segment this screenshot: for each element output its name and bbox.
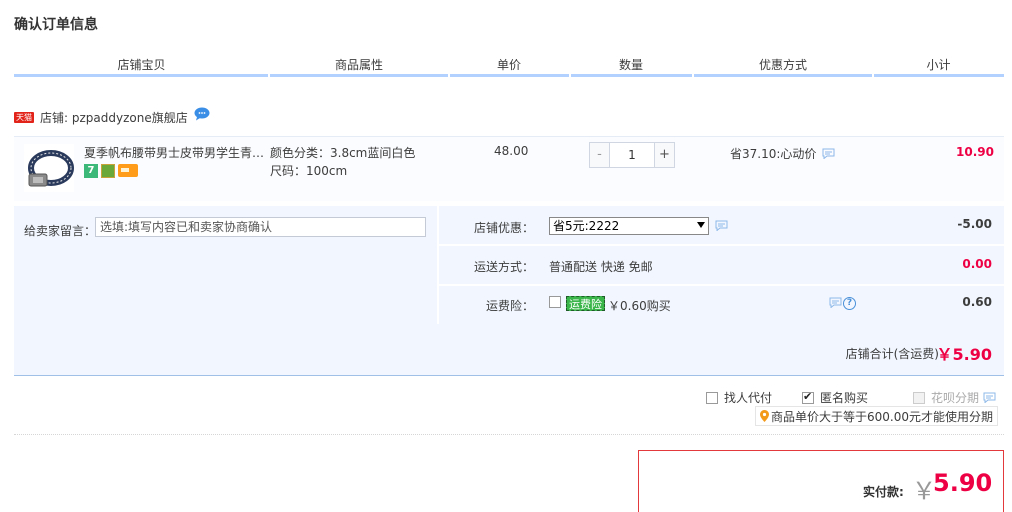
shop-total-row: 店铺合计(含运费) ￥5.90 xyxy=(14,324,1004,376)
proxy-pay-option[interactable]: 找人代付 xyxy=(706,389,772,406)
credit-card-icon[interactable] xyxy=(118,164,138,177)
insurance-icons: ? xyxy=(829,297,856,310)
product-thumbnail[interactable] xyxy=(24,144,74,192)
col-shop-item: 店铺宝贝 xyxy=(117,58,166,72)
message-panel: 给卖家留言： 选填:填写内容已和卖家协商确认 xyxy=(14,206,437,324)
shipping-amount: 0.00 xyxy=(962,257,992,271)
proxy-pay-checkbox[interactable] xyxy=(706,391,718,404)
chat-bubble-icon[interactable] xyxy=(194,107,210,121)
anonymous-option[interactable]: 匿名购买 xyxy=(802,389,868,406)
order-extra-panel: 给卖家留言： 选填:填写内容已和卖家协商确认 店铺优惠： 省5元:2222 -5… xyxy=(14,206,1004,324)
shipping-method: 普通配送 快递 免邮 xyxy=(549,260,653,274)
insurance-checkbox[interactable] xyxy=(549,296,561,308)
safeguard-icon[interactable] xyxy=(101,164,115,178)
col-attributes: 商品属性 xyxy=(334,58,383,72)
message-label: 给卖家留言： xyxy=(24,224,97,238)
message-icon[interactable] xyxy=(822,148,835,159)
attr-size: 尺码：100cm xyxy=(270,164,348,178)
insurance-badge: 运费险 xyxy=(566,296,605,311)
huabei-option: 花呗分期 xyxy=(913,389,996,406)
shop-discount-row: 店铺优惠： 省5元:2222 -5.00 xyxy=(439,206,1004,244)
question-icon[interactable]: ? xyxy=(843,297,856,310)
quantity-input[interactable]: 1 xyxy=(610,143,654,167)
shop-total-label: 店铺合计(含运费) xyxy=(845,347,939,361)
message-icon[interactable] xyxy=(829,297,842,308)
promo-info: 省37.10:心动价 xyxy=(730,145,835,162)
col-discount: 优惠方式 xyxy=(758,58,807,72)
location-pin-icon xyxy=(760,410,769,422)
message-icon[interactable] xyxy=(715,220,728,231)
insurance-amount: 0.60 xyxy=(962,295,992,309)
insurance-price: ￥0.60购买 xyxy=(608,299,671,313)
shop-name-link[interactable]: 店铺: pzpaddyzone旗舰店 xyxy=(40,109,188,126)
message-icon[interactable] xyxy=(983,392,996,403)
header-line xyxy=(14,74,1004,77)
unit-price: 48.00 xyxy=(494,144,529,158)
order-item-row: 夏季帆布腰带男士皮带男学生青… 7 颜色分类：3.8cm蓝间白色 尺码：100c… xyxy=(14,136,1004,201)
payment-label: 实付款: xyxy=(863,485,904,499)
shop-discount-select[interactable]: 省5元:2222 xyxy=(549,217,709,235)
service-badges: 7 xyxy=(84,164,138,178)
installment-tip-text: 商品单价大于等于600.00元才能使用分期 xyxy=(771,409,993,424)
col-subtotal: 小计 xyxy=(926,58,951,72)
anonymous-label: 匿名购买 xyxy=(820,391,869,405)
shop-discount-label: 店铺优惠： xyxy=(473,221,534,235)
col-unit-price: 单价 xyxy=(496,58,521,72)
shop-row: 天猫 店铺: pzpaddyzone旗舰店 xyxy=(14,107,210,126)
quantity-plus-button[interactable]: + xyxy=(654,143,674,167)
installment-tip: 商品单价大于等于600.00元才能使用分期 xyxy=(755,406,998,426)
promo-text: 省37.10:心动价 xyxy=(730,147,817,161)
discount-shipping-panel: 店铺优惠： 省5元:2222 -5.00 运送方式： 普通配送 快递 免邮 0.… xyxy=(439,206,1004,324)
quantity-minus-button[interactable]: - xyxy=(590,143,610,167)
payment-amount: 5.90 xyxy=(933,469,993,497)
shop-discount-selected: 省5元:2222 xyxy=(553,219,620,233)
insurance-label: 运费险： xyxy=(485,299,534,313)
product-title-link[interactable]: 夏季帆布腰带男士皮带男学生青… xyxy=(84,144,264,161)
chevron-down-icon xyxy=(697,222,705,228)
seller-message-input[interactable]: 选填:填写内容已和卖家协商确认 xyxy=(95,217,426,237)
divider xyxy=(14,434,1004,435)
page-title: 确认订单信息 xyxy=(14,17,98,33)
quantity-stepper: - 1 + xyxy=(589,142,675,168)
shipping-row: 运送方式： 普通配送 快递 免邮 0.00 xyxy=(439,246,1004,284)
payment-box: 实付款: ￥ 5.90 xyxy=(638,450,1004,512)
tmall-badge: 天猫 xyxy=(14,111,34,123)
seven-day-return-icon[interactable]: 7 xyxy=(84,164,98,178)
shop-discount-amount: -5.00 xyxy=(957,217,992,231)
proxy-pay-label: 找人代付 xyxy=(724,391,773,405)
huabei-checkbox xyxy=(913,391,925,404)
col-quantity: 数量 xyxy=(618,58,643,72)
shipping-label: 运送方式： xyxy=(473,260,534,274)
attr-color: 颜色分类：3.8cm蓝间白色 xyxy=(270,146,416,160)
anonymous-checkbox[interactable] xyxy=(802,390,814,404)
column-header: 店铺宝贝 商品属性 单价 数量 优惠方式 小计 xyxy=(14,56,1004,74)
item-subtotal: 10.90 xyxy=(956,145,994,159)
huabei-label: 花呗分期 xyxy=(931,391,980,405)
shop-total-value: ￥5.90 xyxy=(936,345,992,364)
insurance-row: 运费险： 运费险 ￥0.60购买 ? 0.60 xyxy=(439,286,1004,324)
